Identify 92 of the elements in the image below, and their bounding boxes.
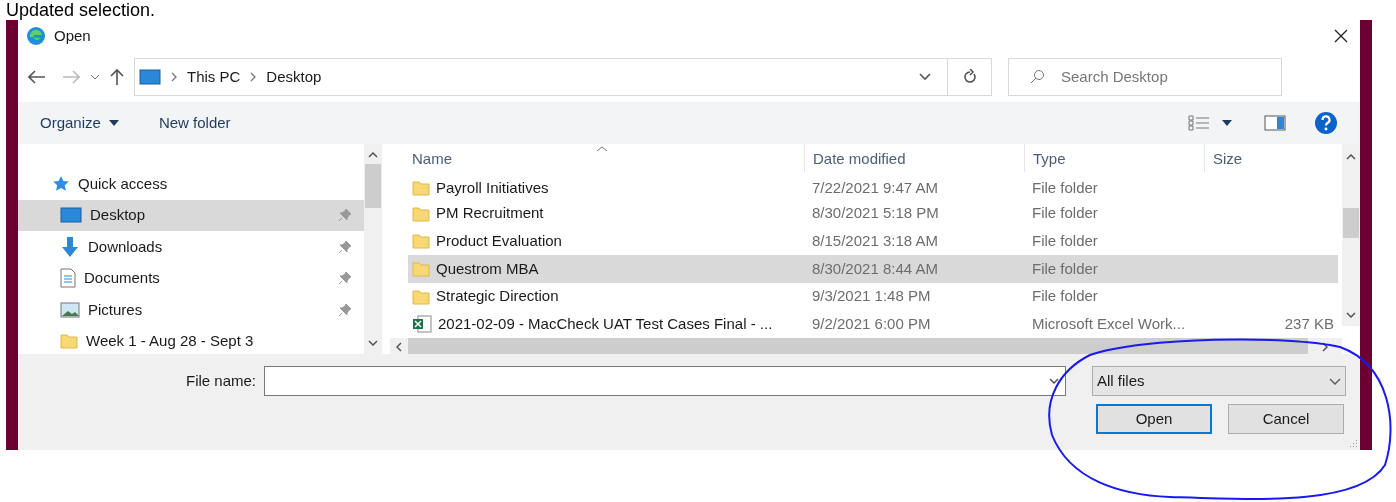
date-text: 8/15/2021 3:18 AM [811,230,939,251]
type-text: File folder [1031,286,1099,307]
file-name-label: File name: [184,370,257,391]
folder-icon [412,260,430,277]
type-text: Microsoft Excel Work... [1031,314,1187,335]
file-name-text: Payroll Initiatives [436,178,549,199]
chevron-down-icon[interactable] [1049,378,1059,384]
file-name-text: PM Recruitment [436,203,544,224]
nav-item[interactable]: Quick access [18,168,364,200]
nav-item[interactable]: Week 1 - Aug 28 - Sept 3 [18,325,364,357]
chevron-down-icon[interactable] [368,340,378,346]
caret-icon[interactable] [1222,120,1232,126]
down-arrow-icon [60,235,80,258]
close-icon [1334,29,1348,43]
chevron-right-icon[interactable] [1322,342,1328,353]
file-name-text: Product Evaluation [436,230,562,251]
chevron-up-icon[interactable] [1346,154,1356,160]
toolbar-button[interactable]: Organize [40,111,119,135]
caption-text: Updated selection. [6,0,156,20]
view-options-icon[interactable] [1188,115,1210,131]
folder-icon [412,180,430,197]
file-row[interactable]: 2021-02-09 - MacCheck UAT Test Cases Final - ... 9/2/2021 6:00 PM Microsoft Excel Work... 237 KB [408,310,1338,339]
column-header[interactable]: Type [1024,144,1204,172]
file-name-text: Questrom MBA [436,258,539,279]
folder-icon [412,288,430,305]
size-text: 237 KB [1283,314,1335,335]
preview-pane-icon[interactable] [1264,115,1286,131]
chevron-down-icon[interactable] [90,74,100,80]
nav-item[interactable]: Documents [18,262,364,294]
chevron-left-icon[interactable] [396,342,402,353]
date-text: 8/30/2021 8:44 AM [811,258,939,279]
file-type-dropdown[interactable]: All files [1092,366,1346,396]
spreadsheet-icon [412,315,432,334]
chevron-right-icon[interactable] [171,72,177,82]
folder-icon [412,205,430,222]
window-title: Open [54,25,91,46]
up-arrow-icon[interactable] [110,68,124,86]
star-icon [52,174,70,193]
scrollbar-thumb[interactable] [365,164,381,208]
dialog-button[interactable]: Open [1096,404,1212,434]
nav-item[interactable]: Downloads [18,231,364,263]
type-text: File folder [1031,258,1099,279]
type-text: File folder [1031,203,1099,224]
search-field[interactable]: Search Desktop [1008,58,1282,96]
type-text: File folder [1031,230,1099,251]
chevron-down-icon [1329,377,1341,385]
column-header[interactable]: Name [408,144,804,172]
file-name-text: 2021-02-09 - MacCheck UAT Test Cases Final - ... [438,314,773,335]
date-text: 9/2/2021 6:00 PM [811,314,932,335]
file-row[interactable]: PM Recruitment 8/30/2021 5:18 PM File folder [408,199,1338,228]
file-name-field[interactable] [264,366,1066,396]
column-header[interactable]: Size [1204,144,1338,172]
scrollbar-thumb[interactable] [1343,208,1359,238]
file-name-text: Strategic Direction [436,286,559,307]
monitor-icon [60,207,82,224]
breadcrumb-item[interactable]: This PC [187,65,241,89]
chevron-down-icon[interactable] [1346,312,1356,318]
address-bar[interactable]: This PC Desktop [134,58,992,96]
type-text: File folder [1031,178,1099,199]
monitor-icon [139,69,161,85]
breadcrumb-item[interactable]: Desktop [266,65,322,89]
file-row[interactable]: Strategic Direction 9/3/2021 1:48 PM File folder [408,282,1338,311]
browser-logo-icon [26,26,46,46]
date-text: 9/3/2021 1:48 PM [811,286,932,307]
file-row[interactable]: Questrom MBA 8/30/2021 8:44 AM File folder [408,255,1338,283]
refresh-icon [962,69,977,85]
pin-icon[interactable] [338,302,352,317]
picture-icon [60,301,80,318]
pin-icon[interactable] [338,239,352,254]
sort-caret-icon [596,146,608,152]
vertical-scrollbar[interactable] [1342,144,1360,326]
folder-icon [60,333,78,350]
search-icon [1029,69,1045,85]
chevron-down-icon[interactable] [919,73,931,81]
column-header[interactable]: Date modified [804,144,1024,172]
chevron-right-icon[interactable] [250,72,257,82]
file-row[interactable]: Product Evaluation 8/15/2021 3:18 AM File folder [408,227,1338,256]
resize-grip-icon[interactable] [1348,438,1358,448]
date-text: 8/30/2021 5:18 PM [811,203,940,224]
file-row[interactable]: Payroll Initiatives 7/22/2021 9:47 AM File folder [408,172,1338,200]
dialog-button[interactable]: Cancel [1228,404,1344,434]
nav-item[interactable]: Pictures [18,294,364,326]
toolbar-button[interactable]: New folder [158,111,231,135]
pin-icon[interactable] [338,271,352,286]
vertical-scrollbar[interactable] [364,144,382,354]
back-arrow-icon[interactable] [28,70,46,84]
date-text: 7/22/2021 9:47 AM [811,178,939,199]
folder-icon [412,233,430,250]
help-icon[interactable] [1314,111,1338,135]
document-icon [60,268,76,289]
nav-item[interactable]: Desktop [18,199,364,231]
chevron-up-icon[interactable] [368,152,378,158]
